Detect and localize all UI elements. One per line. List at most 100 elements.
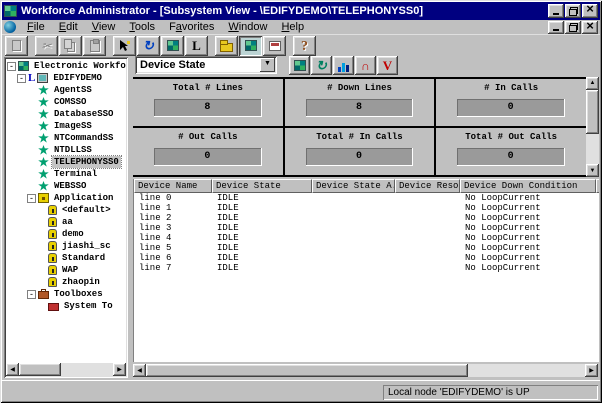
tree-item-aa[interactable]: aa bbox=[6, 216, 126, 228]
tree-hscrollbar[interactable] bbox=[6, 363, 126, 376]
tree-item-system-to[interactable]: System To bbox=[6, 300, 126, 312]
tree-item-agentss[interactable]: AgentSS bbox=[6, 84, 126, 96]
scroll-down-icon[interactable] bbox=[586, 164, 599, 177]
child-restore-button[interactable] bbox=[565, 21, 581, 34]
tree-item-zhaopin[interactable]: zhaopin bbox=[6, 276, 126, 288]
table-cell bbox=[395, 223, 460, 233]
copy-button[interactable] bbox=[59, 36, 82, 56]
auto-refresh-button[interactable] bbox=[311, 56, 332, 75]
table-row[interactable]: line 4IDLENo LoopCurrent bbox=[134, 233, 599, 243]
table-row[interactable]: line 1IDLENo LoopCurrent bbox=[134, 203, 599, 213]
column-header-device-state[interactable]: Device State bbox=[212, 179, 312, 193]
stats-vscrollbar[interactable] bbox=[586, 77, 599, 177]
tree-item-electronic-workfor[interactable]: -Electronic Workfor bbox=[6, 60, 126, 72]
paste-button[interactable] bbox=[83, 36, 106, 56]
tree-item-databasesso[interactable]: DatabaseSSO bbox=[6, 108, 126, 120]
workforce-button[interactable] bbox=[161, 36, 184, 56]
magnet-button[interactable] bbox=[355, 56, 376, 75]
app-item-icon bbox=[48, 217, 57, 227]
menu-item-favorites[interactable]: Favorites bbox=[162, 21, 221, 33]
scroll-right-icon[interactable] bbox=[113, 363, 126, 376]
table-row[interactable]: line 3IDLENo LoopCurrent bbox=[134, 223, 599, 233]
chart-button[interactable] bbox=[333, 56, 354, 75]
select-tool-button[interactable] bbox=[113, 36, 136, 56]
new-button[interactable] bbox=[5, 36, 28, 56]
table-cell: No LoopCurrent bbox=[460, 223, 596, 233]
app-logo-icon bbox=[4, 5, 17, 17]
menu-item-help[interactable]: Help bbox=[274, 21, 311, 33]
dropdown-arrow-icon[interactable] bbox=[260, 58, 275, 72]
table-row[interactable]: line 0IDLENo LoopCurrent bbox=[134, 193, 599, 203]
stat-value: 8 bbox=[154, 99, 262, 117]
help-button[interactable] bbox=[293, 36, 316, 56]
tree-item-default[interactable]: <default> bbox=[6, 204, 126, 216]
scroll-thumb[interactable] bbox=[586, 90, 599, 134]
tree-item-ntcommandss[interactable]: NTCommandSS bbox=[6, 132, 126, 144]
tree-item-label: WEBSSO bbox=[52, 180, 88, 192]
child-window-icon[interactable] bbox=[4, 21, 16, 33]
tree-item-demo[interactable]: demo bbox=[6, 228, 126, 240]
tree-item-telephonyss0[interactable]: TELEPHONYSS0 bbox=[6, 156, 126, 168]
close-button[interactable] bbox=[582, 4, 598, 18]
collapse-icon[interactable]: - bbox=[17, 74, 26, 83]
label-view-button[interactable]: L bbox=[185, 36, 208, 56]
menu-item-view[interactable]: View bbox=[85, 21, 123, 33]
column-header-device-resou[interactable]: Device Resou... bbox=[395, 179, 460, 193]
table-hscrollbar[interactable] bbox=[133, 364, 598, 377]
tree-item-terminal[interactable]: Terminal bbox=[6, 168, 126, 180]
table-cell: line 4 bbox=[134, 233, 212, 243]
menu-item-edit[interactable]: Edit bbox=[52, 21, 85, 33]
scroll-thumb[interactable] bbox=[19, 363, 61, 376]
subsystem-button[interactable] bbox=[289, 56, 310, 75]
tree-item-label: ImageSS bbox=[52, 120, 94, 132]
table-row[interactable]: line 5IDLENo LoopCurrent bbox=[134, 243, 599, 253]
scroll-left-icon[interactable] bbox=[6, 363, 19, 376]
subsystem-view-button[interactable] bbox=[239, 36, 262, 56]
tree-item-jiashi-sc[interactable]: jiashi_sc bbox=[6, 240, 126, 252]
scroll-left-icon[interactable] bbox=[133, 364, 146, 377]
validate-button[interactable] bbox=[377, 56, 398, 75]
menu-item-tools[interactable]: Tools bbox=[122, 21, 162, 33]
column-header-device-state-a[interactable]: Device State A... bbox=[312, 179, 395, 193]
tree-item-wap[interactable]: WAP bbox=[6, 264, 126, 276]
tree-item-websso[interactable]: WEBSSO bbox=[6, 180, 126, 192]
minimize-button[interactable] bbox=[548, 4, 564, 18]
scroll-right-icon[interactable] bbox=[585, 364, 598, 377]
collapse-icon[interactable]: - bbox=[7, 62, 16, 71]
copy-icon bbox=[64, 39, 72, 49]
menu-item-window[interactable]: Window bbox=[221, 21, 274, 33]
tree-item-label: Standard bbox=[60, 252, 107, 264]
child-minimize-button[interactable] bbox=[548, 21, 564, 34]
table-cell: No LoopCurrent bbox=[460, 213, 596, 223]
refresh-button[interactable] bbox=[137, 36, 160, 56]
tree-item-edifydemo[interactable]: -LEDIFYDEMO bbox=[6, 72, 126, 84]
open-folder-button[interactable] bbox=[215, 36, 238, 56]
restore-button[interactable] bbox=[565, 4, 581, 18]
child-close-button[interactable] bbox=[582, 21, 598, 34]
menu-item-file[interactable]: File bbox=[20, 21, 52, 33]
collapse-icon[interactable]: - bbox=[27, 194, 36, 203]
collapse-icon[interactable]: - bbox=[27, 290, 36, 299]
tree-item-imagess[interactable]: ImageSS bbox=[6, 120, 126, 132]
tree-item-label: DatabaseSSO bbox=[52, 108, 115, 120]
table-row[interactable]: line 2IDLENo LoopCurrent bbox=[134, 213, 599, 223]
tree-item-label: zhaopin bbox=[60, 276, 102, 288]
cut-button[interactable] bbox=[35, 36, 58, 56]
table-row[interactable]: line 6IDLENo LoopCurrent bbox=[134, 253, 599, 263]
subsystem-icon bbox=[38, 145, 49, 155]
column-header-device-name[interactable]: Device Name bbox=[134, 179, 212, 193]
column-header-blank[interactable] bbox=[596, 179, 599, 193]
scroll-thumb[interactable] bbox=[146, 364, 468, 377]
tree-item-application[interactable]: -Application bbox=[6, 192, 126, 204]
tree-item-standard[interactable]: Standard bbox=[6, 252, 126, 264]
close-icon bbox=[582, 4, 598, 18]
workforce-tree: -Electronic Workfor-LEDIFYDEMOAgentSSCOM… bbox=[6, 60, 126, 362]
tree-item-comsso[interactable]: COMSSO bbox=[6, 96, 126, 108]
tree-item-ntdllss[interactable]: NTDLLSS bbox=[6, 144, 126, 156]
window-view-button[interactable] bbox=[263, 36, 286, 56]
tree-item-toolboxes[interactable]: -Toolboxes bbox=[6, 288, 126, 300]
view-selector[interactable]: Device State bbox=[135, 56, 277, 74]
scroll-up-icon[interactable] bbox=[586, 77, 599, 90]
table-row[interactable]: line 7IDLENo LoopCurrent bbox=[134, 263, 599, 273]
column-header-device-down-condition[interactable]: Device Down Condition bbox=[460, 179, 596, 193]
